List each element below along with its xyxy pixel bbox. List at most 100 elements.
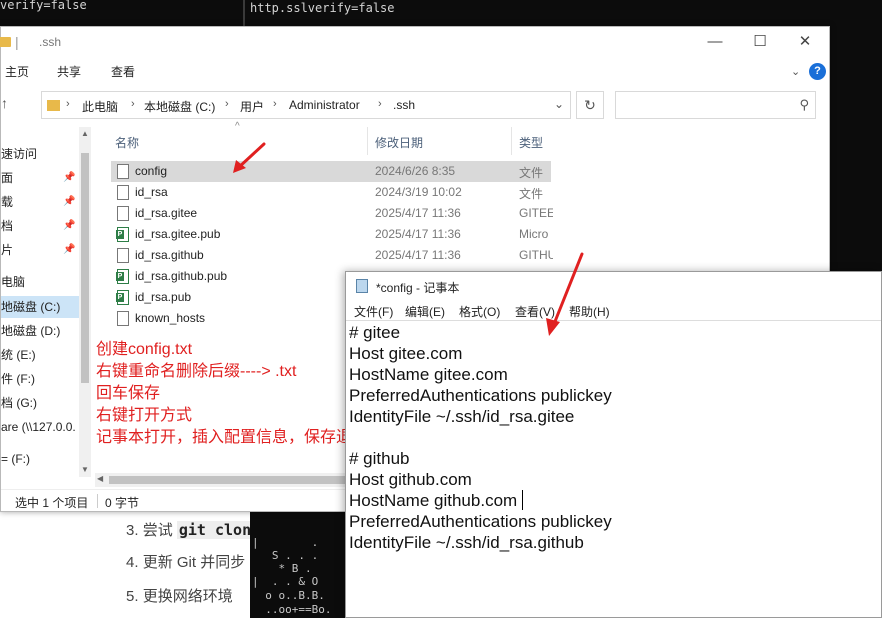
terminal-line: * B .: [252, 562, 312, 575]
nav-item-drive-c[interactable]: 地磁盘 (C:): [1, 296, 79, 318]
nav-item-drive-f[interactable]: 件 (F:): [1, 368, 79, 390]
nav-item-quick-access[interactable]: 速访问: [1, 143, 79, 165]
nav-item-drive-f2[interactable]: = (F:): [1, 448, 79, 470]
file-row-id-rsa[interactable]: id_rsa 2024/3/19 10:02 文件: [111, 182, 551, 203]
column-type[interactable]: 类型: [519, 134, 543, 151]
menu-file[interactable]: 文件(F): [354, 303, 393, 320]
file-row-id-rsa-gitee[interactable]: id_rsa.gitee 2025/4/17 11:36 GITEE: [111, 203, 553, 224]
up-arrow-icon[interactable]: ↑: [1, 95, 8, 111]
publisher-icon: [116, 290, 129, 305]
chevron-right-icon: ›: [225, 98, 229, 110]
pin-icon: 📌: [63, 220, 76, 231]
chevron-down-icon[interactable]: ⌄: [554, 97, 564, 111]
breadcrumb-this-pc[interactable]: 此电脑: [82, 98, 118, 115]
column-divider[interactable]: [511, 127, 512, 155]
nav-item-desktop[interactable]: 面 📌: [1, 167, 79, 189]
notepad-text-area[interactable]: # gitee Host gitee.com HostName gitee.co…: [346, 320, 881, 618]
config-line: Host github.com: [349, 470, 472, 489]
file-type: GITEE: [519, 206, 553, 220]
terminal-text-left: verify=false: [0, 0, 87, 12]
terminal-line: | .: [252, 536, 319, 549]
nav-item-drive-g[interactable]: 档 (G:): [1, 392, 79, 414]
terminal-line: | . . & O: [252, 575, 319, 588]
terminal-line: ..oo+==Bo.: [252, 603, 332, 616]
nav-item-drive-e[interactable]: 统 (E:): [1, 344, 79, 366]
ribbon-tabs: 主页 共享 查看 ⌄ ?: [1, 57, 829, 85]
pin-icon: 📌: [63, 196, 76, 207]
file-row-id-rsa-github[interactable]: id_rsa.github 2025/4/17 11:36 GITHU: [111, 245, 553, 266]
config-line: # gitee: [349, 323, 401, 342]
file-row-id-rsa-gitee-pub[interactable]: id_rsa.gitee.pub 2025/4/17 11:36 Micro: [111, 224, 551, 245]
file-row-config[interactable]: config 2024/6/26 8:35 文件: [111, 161, 551, 182]
config-line: # github: [349, 449, 410, 468]
maximize-button[interactable]: ☐: [746, 31, 774, 53]
menu-format[interactable]: 格式(O): [459, 303, 500, 320]
scroll-thumb[interactable]: [81, 153, 89, 383]
terminal-line: o o..B.B.: [252, 589, 325, 602]
breadcrumb-drive-c[interactable]: 本地磁盘 (C:): [144, 98, 215, 115]
file-icon: [117, 206, 129, 221]
chevron-right-icon: ›: [131, 98, 135, 110]
red-arrow-icon: [233, 142, 266, 173]
chevron-right-icon: ›: [66, 98, 70, 110]
file-icon: [117, 248, 129, 263]
annotation-line: 右键打开方式: [96, 407, 193, 424]
breadcrumb-ssh[interactable]: .ssh: [393, 98, 415, 112]
publisher-icon: [116, 227, 129, 242]
file-name: id_rsa: [135, 185, 168, 199]
tab-view[interactable]: 查看: [111, 63, 135, 80]
notepad-icon: [356, 279, 368, 293]
pin-icon: 📌: [63, 244, 76, 255]
title-separator: |: [15, 34, 19, 50]
folder-icon: [47, 100, 60, 111]
tab-share[interactable]: 共享: [57, 63, 81, 80]
nav-item-documents[interactable]: 档 📌: [1, 215, 79, 237]
refresh-icon[interactable]: ↻: [576, 91, 604, 119]
column-name[interactable]: 名称: [115, 134, 139, 151]
horizontal-scrollbar[interactable]: ◀: [95, 473, 347, 487]
nav-item-drive-d[interactable]: 地磁盘 (D:): [1, 320, 79, 342]
chevron-right-icon: ›: [273, 98, 277, 110]
file-date: 2024/3/19 10:02: [375, 185, 462, 199]
doc-item-5: 5. 更换网络环境: [126, 588, 233, 605]
config-line: HostName github.com: [349, 491, 518, 510]
column-header-row: ^ 名称 修改日期 类型: [93, 121, 553, 155]
help-icon[interactable]: ?: [809, 63, 826, 80]
text-caret: [522, 490, 523, 510]
background-terminal-fragment: | . S . . . * B . | . . & O o o..B.B. ..…: [250, 512, 346, 618]
menu-edit[interactable]: 编辑(E): [405, 303, 445, 320]
nav-item-network-share[interactable]: are (\\127.0.0.: [1, 416, 79, 438]
scroll-left-icon[interactable]: ◀: [97, 474, 103, 483]
close-button[interactable]: ✕: [791, 31, 819, 53]
file-name: id_rsa.pub: [135, 290, 192, 304]
scroll-up-icon[interactable]: ▲: [81, 129, 89, 138]
breadcrumb-administrator[interactable]: Administrator: [289, 98, 360, 112]
breadcrumb-users[interactable]: 用户: [240, 98, 264, 115]
address-bar[interactable]: › 此电脑 › 本地磁盘 (C:) › 用户 › Administrator ›…: [41, 91, 571, 119]
scroll-down-icon[interactable]: ▼: [81, 465, 89, 474]
ribbon-collapse-icon[interactable]: ⌄: [791, 65, 800, 78]
search-input[interactable]: ⚲: [615, 91, 816, 119]
column-modified[interactable]: 修改日期: [375, 134, 423, 151]
nav-item-pictures[interactable]: 片 📌: [1, 239, 79, 261]
nav-scrollbar[interactable]: ▲ ▼: [79, 127, 91, 477]
address-row: ↑ › 此电脑 › 本地磁盘 (C:) › 用户 › Administrator…: [1, 89, 829, 123]
annotation-line: 回车保存: [96, 385, 161, 402]
chevron-right-icon: ›: [378, 98, 382, 110]
file-icon: [117, 311, 129, 326]
column-divider[interactable]: [367, 127, 368, 155]
search-icon: ⚲: [799, 97, 809, 112]
file-icon: [117, 185, 129, 200]
notepad-title-bar[interactable]: *config - 记事本: [346, 272, 881, 300]
scroll-thumb[interactable]: [109, 476, 347, 484]
file-date: 2025/4/17 11:36: [375, 227, 461, 241]
pin-icon: 📌: [63, 172, 76, 183]
minimize-button[interactable]: —: [701, 31, 729, 53]
nav-item-downloads[interactable]: 载 📌: [1, 191, 79, 213]
notepad-title: *config - 记事本: [376, 281, 460, 295]
file-date: 2025/4/17 11:36: [375, 248, 461, 262]
explorer-title-bar[interactable]: | .ssh — ☐ ✕: [0, 27, 829, 57]
nav-item-this-pc[interactable]: 电脑: [1, 271, 79, 293]
tab-home[interactable]: 主页: [5, 63, 29, 80]
file-name: id_rsa.gitee.pub: [135, 227, 221, 241]
